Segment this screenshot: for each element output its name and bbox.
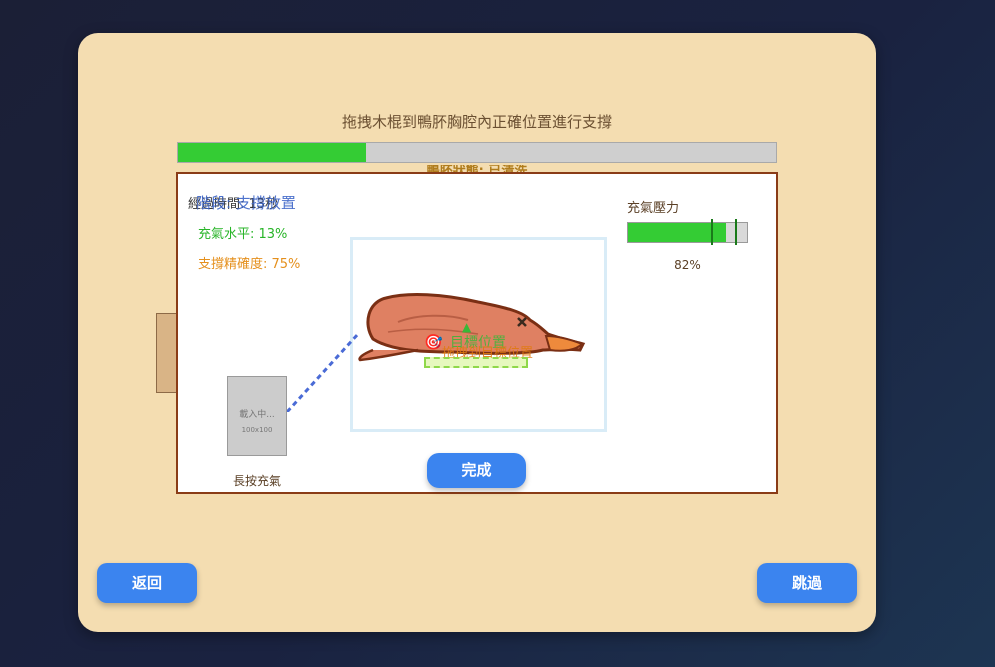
side-tab (156, 313, 177, 393)
inflate-level-label: 充氣水平: 13% (198, 227, 288, 242)
pressure-value: 82% (674, 258, 701, 272)
game-card: 拖拽木棍到鴨肧胸腔內正確位置進行支撐 鴨肧狀態: 已清洗 經過時間: 13秒 階… (78, 33, 876, 632)
stage-progress-fill (178, 143, 367, 162)
pressure-min-marker (711, 219, 713, 245)
target-drop-zone[interactable] (424, 357, 528, 368)
game-panel: 經過時間: 13秒 階段: 支撐放置 充氣水平: 13% 支撐精確度: 75% … (176, 172, 778, 494)
stick-loading-text: 載入中... (239, 410, 275, 420)
back-button[interactable]: 返回 (97, 563, 197, 603)
stage-progress-bar (177, 142, 777, 163)
instruction-text: 拖拽木棍到鴨肧胸腔內正確位置進行支撐 (341, 113, 612, 131)
wooden-stick-image[interactable]: 載入中... 100x100 (227, 376, 287, 456)
pressure-gauge (627, 219, 748, 245)
stage-title: 階段: 支撐放置 (196, 194, 296, 212)
stick-size-text: 100x100 (241, 426, 273, 434)
target-icon: 🎯 (424, 333, 443, 351)
pressure-title: 充氣壓力 (627, 201, 680, 216)
pressure-max-marker (735, 219, 737, 245)
guide-line (285, 332, 360, 412)
support-accuracy-label: 支撐精確度: 75% (198, 257, 301, 272)
done-button[interactable]: 完成 (427, 453, 526, 488)
press-to-inflate-label: 長按充氣 (233, 474, 282, 488)
skip-button[interactable]: 跳過 (757, 563, 857, 603)
